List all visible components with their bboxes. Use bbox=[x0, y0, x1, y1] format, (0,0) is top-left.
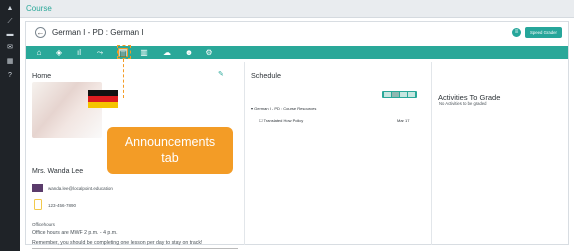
tab-settings-gear-icon[interactable]: ⚙ bbox=[204, 48, 214, 57]
phone-icon bbox=[34, 199, 42, 210]
view-calendar-button[interactable] bbox=[408, 92, 415, 97]
view-month-button[interactable] bbox=[400, 92, 407, 97]
schedule-item[interactable]: ☐ Translated How Policy bbox=[259, 118, 303, 123]
teacher-email[interactable]: wanda.lee@localpoint.education bbox=[48, 186, 113, 191]
schedule-module-label: German I - PD : Course Resources bbox=[254, 106, 317, 111]
top-bar: Course bbox=[20, 0, 574, 18]
course-title: German I - PD : German I bbox=[52, 28, 144, 37]
schedule-heading: Schedule bbox=[251, 71, 281, 80]
message-icon[interactable]: ≡ bbox=[512, 28, 521, 37]
callout-line-1: Announcements bbox=[124, 135, 216, 149]
tab-library-icon[interactable]: ▥ bbox=[139, 48, 149, 57]
view-week-button[interactable] bbox=[392, 92, 399, 97]
schedule-item-due: Mar 17 bbox=[397, 118, 410, 123]
calendar-icon[interactable]: ▦ bbox=[5, 58, 15, 66]
tab-cloud-icon[interactable]: ☁ bbox=[162, 48, 172, 57]
schedule-item-label: Translated How Policy bbox=[263, 118, 304, 123]
tab-modules-icon[interactable]: ◈ bbox=[54, 48, 64, 57]
german-flag-image bbox=[88, 90, 118, 108]
course-tabs: ⌂ ◈ ıl ⤳ ▤ ▥ ☁ ☻ ⚙ bbox=[26, 46, 568, 59]
back-button[interactable]: ← bbox=[35, 27, 46, 38]
announcements-highlight bbox=[117, 45, 131, 59]
schedule-column: Schedule ▾ German I - PD : Course Resour… bbox=[244, 62, 429, 245]
course-panel: ← German I - PD : German I ≡ Speed Grade… bbox=[25, 21, 569, 249]
tab-analytics-icon[interactable]: ⤳ bbox=[95, 48, 105, 57]
teacher-phone: 123-456-7890 bbox=[48, 203, 77, 208]
office-hours-text: Office hours are MWF 2 p.m. - 4 p.m. bbox=[32, 230, 118, 236]
no-activities-text: No Activities to be graded bbox=[439, 101, 487, 106]
speed-grader-button[interactable]: Speed Grader bbox=[525, 27, 562, 38]
email-icon bbox=[32, 184, 43, 192]
tab-grades-icon[interactable]: ıl bbox=[74, 48, 84, 57]
activities-column: Activities To Grade No Activities to be … bbox=[431, 62, 568, 245]
reminder-text: Remember, you should be completing one l… bbox=[32, 240, 203, 246]
edit-pencil-icon[interactable]: ✎ bbox=[218, 70, 224, 78]
mail-icon[interactable]: ✉ bbox=[5, 44, 15, 52]
user-card-icon[interactable]: ▬ bbox=[5, 31, 15, 39]
chart-line-icon[interactable]: ⟋ bbox=[5, 18, 15, 26]
left-nav-bar: ▲ ⟋ ▬ ✉ ▦ ? bbox=[0, 0, 20, 251]
schedule-view-toggle[interactable] bbox=[382, 91, 417, 98]
tab-home-icon[interactable]: ⌂ bbox=[34, 48, 44, 57]
help-icon[interactable]: ? bbox=[5, 72, 15, 80]
horizontal-scrollbar[interactable] bbox=[32, 248, 238, 249]
tab-people-icon[interactable]: ☻ bbox=[184, 48, 194, 57]
view-list-button[interactable] bbox=[384, 92, 391, 97]
home-heading: Home bbox=[32, 71, 52, 80]
app-window: ▲ ⟋ ▬ ✉ ▦ ? Course ← German I - PD : Ger… bbox=[0, 0, 574, 251]
breadcrumb[interactable]: Course bbox=[26, 4, 52, 13]
office-hours-label: Officehours bbox=[32, 222, 55, 227]
graduation-cap-icon[interactable]: ▲ bbox=[5, 5, 15, 13]
teacher-name: Mrs. Wanda Lee bbox=[32, 168, 84, 175]
callout-line-2: tab bbox=[161, 151, 179, 165]
announcements-callout: Announcements tab bbox=[107, 127, 233, 174]
schedule-module-row[interactable]: ▾ German I - PD : Course Resources bbox=[251, 106, 316, 111]
